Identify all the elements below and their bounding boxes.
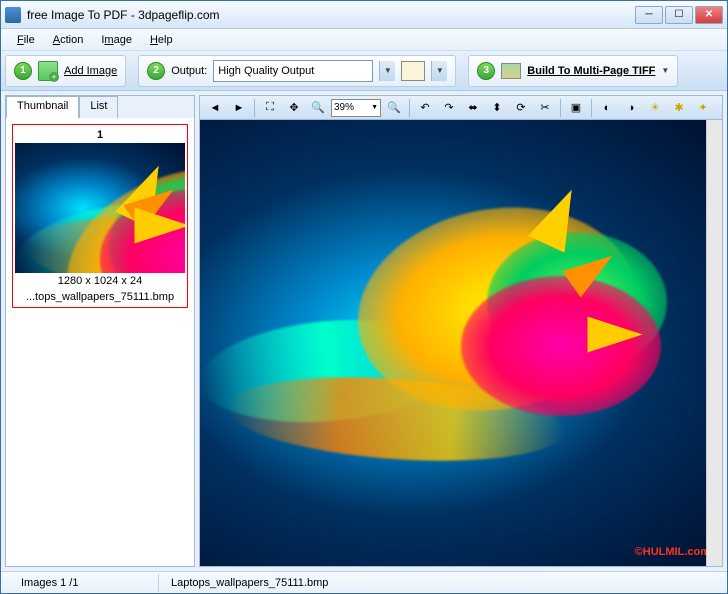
chevron-down-icon: ▼ <box>384 66 392 75</box>
thumbnail-filename: ...tops_wallpapers_75111.bmp <box>15 289 185 305</box>
expand-icon: ✥ <box>289 101 298 114</box>
menu-bar: File Action Image Help <box>1 29 727 51</box>
flip-h-icon: ⬌ <box>468 101 477 114</box>
status-image-count: Images 1 /1 <box>9 574 159 592</box>
effects-icon: ▣ <box>571 101 581 114</box>
thumbnail-image <box>15 143 185 273</box>
saturation-button[interactable]: ✱ <box>668 98 690 118</box>
step-2-badge: 2 <box>147 62 165 80</box>
sidebar: Thumbnail List 1 1280 x 1024 x 24 ...top… <box>5 95 195 567</box>
flip-v-button[interactable]: ⬍ <box>486 98 508 118</box>
maximize-button[interactable]: ☐ <box>665 6 693 24</box>
toolbar-group-output: 2 Output: High Quality Output ▼ ▼ <box>138 55 456 87</box>
content-area: Thumbnail List 1 1280 x 1024 x 24 ...top… <box>1 91 727 571</box>
title-bar: free Image To PDF - 3dpageflip.com ─ ☐ ✕ <box>1 1 727 29</box>
nav-prev-button[interactable]: ◄ <box>204 98 226 118</box>
rotate-left-icon: ↶ <box>420 101 429 114</box>
sun-icon: ☀ <box>650 101 660 114</box>
status-filename: Laptops_wallpapers_75111.bmp <box>159 574 719 592</box>
main-toolbar: 1 Add Image 2 Output: High Quality Outpu… <box>1 51 727 91</box>
effects-button[interactable]: ▣ <box>565 98 587 118</box>
image-preview[interactable]: ©HULMIL.com <box>200 120 722 566</box>
tab-list[interactable]: List <box>79 96 118 118</box>
sparkle-icon: ✦ <box>698 101 707 114</box>
fit-icon: ⛶ <box>266 101 274 114</box>
step-3-badge: 3 <box>477 62 495 80</box>
output-quality-dropdown[interactable]: ▼ <box>379 61 395 81</box>
menu-help[interactable]: Help <box>142 32 181 48</box>
brightness-up-button[interactable]: ☀ <box>644 98 666 118</box>
contrast-icon: ◐ <box>604 102 611 114</box>
tab-thumbnail[interactable]: Thumbnail <box>6 96 79 118</box>
thumbnail-list: 1 1280 x 1024 x 24 ...tops_wallpapers_75… <box>6 118 194 566</box>
build-button[interactable]: Build To Multi-Page TIFF <box>527 65 655 77</box>
watermark: ©HULMIL.com <box>635 546 710 558</box>
hue-button[interactable]: ✦ <box>692 98 714 118</box>
flip-v-icon: ⬍ <box>492 101 501 114</box>
main-panel: ◄ ► ⛶ ✥ 🔍 39%▼ 🔍 ↶ ↷ ⬌ ⬍ ⟳ ✂ ▣ ◐ ◑ <box>199 95 723 567</box>
color-swatch[interactable] <box>401 61 425 81</box>
chevron-down-icon[interactable]: ▼ <box>661 66 669 75</box>
preview-image: ©HULMIL.com <box>200 120 722 566</box>
minimize-button[interactable]: ─ <box>635 6 663 24</box>
status-bar: Images 1 /1 Laptops_wallpapers_75111.bmp <box>1 571 727 593</box>
add-image-button[interactable]: Add Image <box>64 65 117 77</box>
close-button[interactable]: ✕ <box>695 6 723 24</box>
output-label: Output: <box>171 65 207 77</box>
step-1-badge: 1 <box>14 62 32 80</box>
window-controls: ─ ☐ ✕ <box>635 6 723 24</box>
chevron-down-icon: ▼ <box>436 66 444 75</box>
flip-h-button[interactable]: ⬌ <box>462 98 484 118</box>
thumbnail-item[interactable]: 1 1280 x 1024 x 24 ...tops_wallpapers_75… <box>12 124 188 308</box>
view-toolbar: ◄ ► ⛶ ✥ 🔍 39%▼ 🔍 ↶ ↷ ⬌ ⬍ ⟳ ✂ ▣ ◐ ◑ <box>200 96 722 120</box>
toolbar-group-add: 1 Add Image <box>5 55 126 87</box>
zoom-combo[interactable]: 39%▼ <box>331 99 381 117</box>
zoom-in-icon: 🔍 <box>387 101 401 114</box>
add-image-icon <box>38 61 58 81</box>
menu-action[interactable]: Action <box>45 32 92 48</box>
contrast-button[interactable]: ◐ <box>596 98 618 118</box>
vertical-scrollbar[interactable] <box>706 120 722 566</box>
app-window: free Image To PDF - 3dpageflip.com ─ ☐ ✕… <box>0 0 728 594</box>
nav-next-button[interactable]: ► <box>228 98 250 118</box>
sidebar-tabs: Thumbnail List <box>6 96 194 118</box>
thumbnail-dimensions: 1280 x 1024 x 24 <box>15 273 185 289</box>
app-icon <box>5 7 21 23</box>
build-icon <box>501 63 521 79</box>
window-title: free Image To PDF - 3dpageflip.com <box>27 8 635 22</box>
fit-button[interactable]: ⛶ <box>259 98 281 118</box>
color-dropdown[interactable]: ▼ <box>431 61 447 81</box>
zoom-in-button[interactable]: 🔍 <box>383 98 405 118</box>
zoom-out-button[interactable]: 🔍 <box>307 98 329 118</box>
crop-icon: ✂ <box>540 101 549 114</box>
rotate-right-button[interactable]: ↷ <box>438 98 460 118</box>
dim-icon: ◑ <box>628 102 635 114</box>
thumbnail-number: 1 <box>15 127 185 143</box>
refresh-icon: ⟳ <box>516 101 525 114</box>
brightness-down-button[interactable]: ◑ <box>620 98 642 118</box>
rotate-right-icon: ↷ <box>444 101 453 114</box>
star-icon: ✱ <box>674 101 683 114</box>
menu-file[interactable]: File <box>9 32 43 48</box>
output-quality-combo[interactable]: High Quality Output <box>213 60 373 82</box>
menu-image[interactable]: Image <box>93 32 140 48</box>
rotate-left-button[interactable]: ↶ <box>414 98 436 118</box>
refresh-button[interactable]: ⟳ <box>510 98 532 118</box>
crop-button[interactable]: ✂ <box>534 98 556 118</box>
actual-size-button[interactable]: ✥ <box>283 98 305 118</box>
toolbar-group-build: 3 Build To Multi-Page TIFF ▼ <box>468 55 678 87</box>
zoom-out-icon: 🔍 <box>311 101 325 114</box>
